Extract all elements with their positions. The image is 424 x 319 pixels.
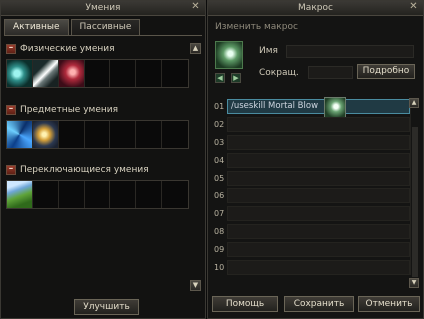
- short-field[interactable]: [308, 66, 353, 79]
- macro-line[interactable]: 10: [210, 258, 410, 276]
- short-label: Сокращ.: [259, 68, 299, 78]
- empty-slot: [32, 181, 59, 208]
- arrow-left-icon[interactable]: ◀: [215, 73, 225, 83]
- empty-slot: [58, 121, 85, 148]
- line-field[interactable]: /useskill Mortal Blow: [227, 97, 410, 119]
- tab-active[interactable]: Активные: [4, 19, 69, 35]
- line-field[interactable]: [227, 188, 410, 204]
- empty-slot: [162, 121, 189, 148]
- section-title: Переключающиеся умения: [20, 165, 149, 175]
- empty-slot: [136, 121, 163, 148]
- line-field[interactable]: [227, 223, 410, 239]
- name-label: Имя: [259, 46, 278, 56]
- macro-icon[interactable]: [215, 41, 243, 69]
- close-icon[interactable]: ✕: [408, 2, 419, 13]
- empty-slot: [162, 181, 189, 208]
- line-field[interactable]: [227, 170, 410, 186]
- collapse-icon[interactable]: –: [6, 44, 16, 54]
- line-field[interactable]: [227, 152, 410, 168]
- macro-line[interactable]: 09: [210, 240, 410, 258]
- strike-skill-icon[interactable]: [58, 60, 85, 87]
- collapse-icon[interactable]: –: [6, 105, 16, 115]
- gold-skill-icon[interactable]: [32, 121, 59, 148]
- line-number: 06: [214, 191, 225, 201]
- name-field[interactable]: [286, 45, 414, 58]
- empty-slot: [136, 60, 163, 87]
- line-number: 10: [214, 262, 225, 272]
- details-button[interactable]: Подробно: [357, 64, 415, 79]
- macro-line[interactable]: 02: [210, 116, 410, 134]
- empty-slot: [162, 60, 189, 87]
- macro-line[interactable]: 06: [210, 187, 410, 205]
- scroll-down-icon[interactable]: ▼: [190, 280, 201, 291]
- empty-slot: [84, 60, 111, 87]
- macro-window-title: Макрос: [208, 1, 423, 16]
- empty-slot: [84, 121, 111, 148]
- skills-tabs: Активные Пассивные: [4, 19, 141, 35]
- improve-button[interactable]: Улучшить: [74, 299, 139, 315]
- macro-line[interactable]: 07: [210, 205, 410, 223]
- section-title: Физические умения: [20, 44, 115, 54]
- line-number: 08: [214, 226, 225, 236]
- section-physical: – Физические умения: [6, 42, 202, 88]
- mortal-blow-skill-icon: [324, 97, 346, 119]
- line-number: 01: [214, 102, 225, 112]
- tab-passive[interactable]: Пассивные: [70, 19, 141, 35]
- empty-slot: [58, 181, 85, 208]
- empty-slot: [84, 181, 111, 208]
- macro-scrollbar[interactable]: [410, 99, 418, 277]
- line-number: 07: [214, 209, 225, 219]
- line-field[interactable]: [227, 206, 410, 222]
- scroll-down-icon[interactable]: ▼: [409, 278, 419, 288]
- macro-window: Макрос ✕ Изменить макрос ◀ ▶ Имя Сокращ.…: [207, 0, 424, 319]
- skill-slot-row: [6, 120, 189, 149]
- line-field[interactable]: [227, 259, 410, 275]
- line-field[interactable]: [227, 117, 410, 133]
- macro-line[interactable]: 04: [210, 151, 410, 169]
- save-button[interactable]: Сохранить: [284, 296, 354, 312]
- macro-subtitle: Изменить макрос: [215, 22, 298, 32]
- line-field[interactable]: [227, 241, 410, 257]
- help-button[interactable]: Помощь: [212, 296, 278, 312]
- section-item: – Предметные умения: [6, 103, 202, 149]
- skill-slot-row: [6, 180, 189, 209]
- line-number: 02: [214, 120, 225, 130]
- macro-line[interactable]: 08: [210, 223, 410, 241]
- macro-line[interactable]: 01 /useskill Mortal Blow: [210, 97, 410, 119]
- line-text: /useskill Mortal Blow: [231, 101, 319, 112]
- section-title: Предметные умения: [20, 105, 118, 115]
- blade-skill-icon[interactable]: [32, 60, 59, 87]
- close-icon[interactable]: ✕: [190, 2, 201, 13]
- macro-line[interactable]: 05: [210, 169, 410, 187]
- empty-slot: [110, 121, 137, 148]
- line-number: 09: [214, 244, 225, 254]
- claw-skill-icon[interactable]: [7, 60, 33, 87]
- skills-window: Умения ✕ Активные Пассивные ▲ ▼ – Физиче…: [0, 0, 206, 319]
- line-field[interactable]: [227, 134, 410, 150]
- scroll-thumb[interactable]: [412, 127, 418, 277]
- line-number: 03: [214, 137, 225, 147]
- line-number: 05: [214, 173, 225, 183]
- macro-lines: 01 /useskill Mortal Blow 02 03 04 05 06: [210, 97, 410, 276]
- tab-divider: [4, 35, 202, 36]
- line-number: 04: [214, 155, 225, 165]
- swirl-skill-icon[interactable]: [7, 121, 33, 148]
- empty-slot: [110, 60, 137, 87]
- empty-slot: [136, 181, 163, 208]
- skill-slot-row: [6, 59, 189, 88]
- skills-window-title: Умения: [1, 1, 205, 16]
- empty-slot: [110, 181, 137, 208]
- macro-line[interactable]: 03: [210, 134, 410, 152]
- collapse-icon[interactable]: –: [6, 165, 16, 175]
- nature-skill-icon[interactable]: [7, 181, 33, 208]
- cancel-button[interactable]: Отменить: [358, 296, 420, 312]
- section-toggle: – Переключающиеся умения: [6, 163, 202, 209]
- scroll-up-icon[interactable]: ▲: [409, 98, 419, 108]
- arrow-right-icon[interactable]: ▶: [231, 73, 241, 83]
